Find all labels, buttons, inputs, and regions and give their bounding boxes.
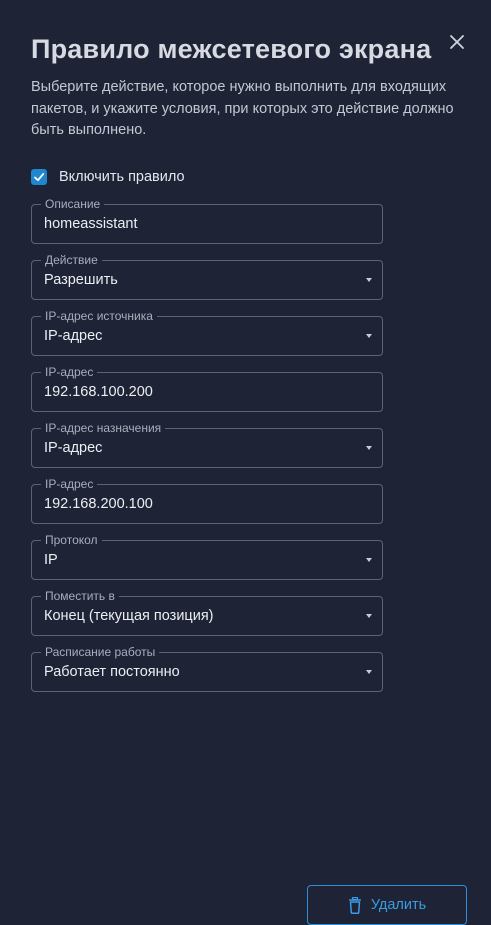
checkmark-icon: [34, 173, 45, 182]
source-ip-type-label: IP-адрес источника: [41, 309, 157, 323]
schedule-select[interactable]: Расписание работы Работает постоянно: [31, 645, 383, 692]
position-select[interactable]: Поместить в Конец (текущая позиция): [31, 589, 383, 636]
dialog-title: Правило межсетевого экрана: [31, 34, 432, 64]
chevron-down-icon: [366, 334, 372, 338]
enable-rule-checkbox[interactable]: [31, 169, 47, 185]
dest-ip-label: IP-адрес: [41, 477, 98, 491]
action-select[interactable]: Действие Разрешить: [31, 253, 383, 300]
enable-rule-label[interactable]: Включить правило: [59, 169, 185, 185]
description-input[interactable]: Описание homeassistant: [31, 197, 383, 244]
protocol-value: IP: [44, 552, 58, 568]
schedule-label: Расписание работы: [41, 645, 160, 659]
source-ip-label: IP-адрес: [41, 365, 98, 379]
dest-ip-type-select[interactable]: IP-адрес назначения IP-адрес: [31, 421, 383, 468]
trash-icon: [348, 896, 361, 914]
schedule-value: Работает постоянно: [44, 664, 180, 680]
source-ip-type-select[interactable]: IP-адрес источника IP-адрес: [31, 309, 383, 356]
dest-ip-type-label: IP-адрес назначения: [41, 421, 166, 435]
chevron-down-icon: [366, 278, 372, 282]
action-value: Разрешить: [44, 272, 118, 288]
action-label: Действие: [41, 253, 102, 267]
source-ip-input[interactable]: IP-адрес 192.168.100.200: [31, 365, 383, 412]
dest-ip-type-value: IP-адрес: [44, 440, 103, 456]
delete-button-label: Удалить: [370, 897, 427, 913]
description-label: Описание: [41, 197, 105, 211]
source-ip-type-value: IP-адрес: [44, 328, 103, 344]
protocol-select[interactable]: Протокол IP: [31, 533, 383, 580]
protocol-label: Протокол: [41, 533, 102, 547]
chevron-down-icon: [366, 446, 372, 450]
delete-button[interactable]: Удалить: [307, 885, 467, 925]
firewall-rule-dialog: Правило межсетевого экрана Выберите дейс…: [0, 0, 491, 925]
position-value: Конец (текущая позиция): [44, 608, 214, 624]
enable-rule-row: Включить правило: [31, 168, 185, 186]
description-value: homeassistant: [44, 216, 138, 232]
chevron-down-icon: [366, 558, 372, 562]
chevron-down-icon: [366, 614, 372, 618]
close-button[interactable]: [447, 32, 467, 52]
close-icon: [450, 35, 464, 49]
dest-ip-value: 192.168.200.100: [44, 496, 153, 512]
source-ip-value: 192.168.100.200: [44, 384, 153, 400]
dest-ip-input[interactable]: IP-адрес 192.168.200.100: [31, 477, 383, 524]
chevron-down-icon: [366, 670, 372, 674]
dialog-description: Выберите действие, которое нужно выполни…: [31, 79, 454, 138]
position-label: Поместить в: [41, 589, 119, 603]
